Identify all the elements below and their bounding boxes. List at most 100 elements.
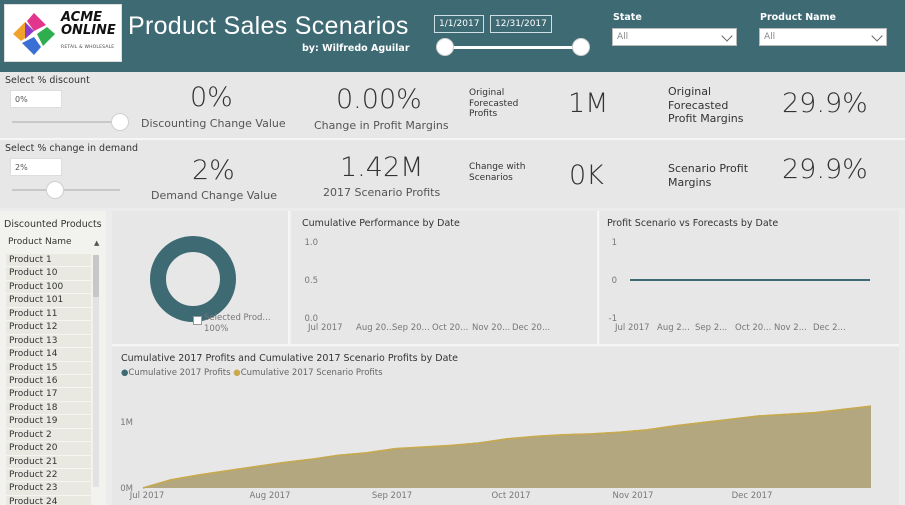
y-tick-label: 1.0 [304,238,318,248]
logo-icon [13,13,55,55]
x-tick-label: Aug 2017 [250,491,291,501]
donut-legend-swatch [193,316,202,325]
orig-forecast-profits-label: Original Forecasted Profits [469,88,519,119]
date-start-input[interactable]: 1/1/2017 [434,15,485,33]
date-range-end-handle[interactable] [572,38,590,56]
scenario-margins-value: 29.9% [782,154,868,185]
discount-label: Select % discount [5,75,90,86]
chart1-plot: 1.00.50.0Jul 2017 Aug 20...Sep 20... Oct 2… [304,238,550,333]
x-tick-label: Nov 20... [472,323,510,333]
x-tick-label: Aug 20... [356,323,394,333]
change-with-scenarios-value: 0K [569,160,604,191]
x-tick-label: Oct 20... [735,323,771,333]
logo-wordmark: ACME ONLINE [61,10,116,38]
divider [597,211,599,344]
date-range-start-handle[interactable] [436,38,454,56]
discount-slider-track[interactable] [12,121,120,123]
x-tick-label: Dec 2017 [732,491,773,501]
list-item[interactable]: Product 11 [6,307,91,322]
chart2-plot: 10-1Jul 2017 Aug 2... Sep 2... Oct 20... Nov… [609,238,870,333]
discount-input[interactable]: 0% [10,90,62,108]
logo-tagline: RETAIL & WHOLESALE [61,45,115,50]
header-bar: ACME ONLINE RETAIL & WHOLESALE Product S… [0,0,905,72]
products-list: Product 1 Product 10 Product 100 Product 10… [6,254,91,505]
list-item[interactable]: Product 18 [6,401,91,416]
y-tick-label: 1M [120,418,133,428]
list-item[interactable]: Product 14 [6,348,91,362]
date-end-input[interactable]: 12/31/2017 [490,15,552,33]
list-item[interactable]: Product 10 [6,267,91,281]
x-tick-label: Jul 2017 [129,491,165,501]
list-item[interactable]: Product 19 [6,415,91,429]
divider [288,211,290,344]
profit-margin-change-label: Change in Profit Margins [314,119,449,132]
chevron-down-icon [721,30,733,42]
x-tick-label: Nov 2017 [613,491,654,501]
list-item[interactable]: Product 13 [6,334,91,349]
list-item[interactable]: Product 16 [6,374,91,389]
list-item[interactable]: Product 24 [6,495,91,505]
scenario-profits-label: 2017 Scenario Profits [323,186,441,199]
x-tick-label: Sep 2017 [372,491,412,501]
state-filter-label: State [613,12,642,23]
list-item[interactable]: Product 1 [6,254,91,268]
series-area [143,406,871,488]
products-column-header[interactable]: Product Name [8,237,72,247]
divider [112,344,899,346]
demand-slider-handle[interactable] [45,181,64,199]
products-scrollbar[interactable] [93,255,99,487]
demand-label: Select % change in demand [5,143,139,154]
orig-forecast-margins-label: Original Forecasted Profit Margins [668,85,744,125]
logo: ACME ONLINE RETAIL & WHOLESALE [4,4,122,62]
donut-legend-pct: 100% [204,324,229,334]
demand-input[interactable]: 2% [10,158,62,176]
cumulative-performance-chart: Cumulative Performance by Date 1.0 0.5 0.0… [292,211,597,344]
orig-forecast-margins-value: 29.9% [782,88,868,119]
x-tick-label: Nov 2... [774,323,807,333]
y-tick-label: 1 [612,238,617,248]
donut-panel: Selected Prod... 100% [112,211,288,344]
page-byline: by: Wilfredo Aguilar [302,43,410,54]
x-tick-label: Jul 2017 [614,323,650,333]
list-item[interactable]: Product 15 [6,361,91,375]
discount-change-value: 0% [190,82,233,113]
chart3-plot: 1M0MJul 2017 Aug 2017 Sep 2017 Oct 2017 Nov … [120,405,872,501]
list-item[interactable]: Product 17 [6,388,91,402]
x-tick-label: Sep 2... [695,323,727,333]
x-tick-label: Oct 20... [432,323,468,333]
list-item[interactable]: Product 101 [6,294,91,308]
chevron-down-icon [871,30,883,42]
change-with-scenarios-label: Change with Scenarios [469,162,526,183]
x-tick-label: Jul 2017 [307,323,343,333]
demand-change-value: 2% [192,155,235,186]
list-item[interactable]: Product 2 [6,428,91,443]
state-filter-select[interactable]: All [612,28,737,46]
profit-scenario-chart: Profit Scenario vs Forecasts by Date 10-… [600,211,899,344]
list-item[interactable]: Product 100 [6,280,91,295]
list-item[interactable]: Product 12 [6,321,91,335]
cumulative-profits-chart: Cumulative 2017 Profits and Cumulative 2… [112,347,899,505]
x-tick-label: Oct 2017 [491,491,530,501]
orig-forecast-profits-value: 1M [568,88,609,119]
page-title: Product Sales Scenarios [128,12,409,40]
list-item[interactable]: Product 20 [6,442,91,456]
x-tick-label: Dec 2... [813,323,846,333]
y-tick-label: 0.5 [304,276,318,286]
list-item[interactable]: Product 21 [6,455,91,469]
y-tick-label: 0 [612,276,617,286]
demand-change-label: Demand Change Value [151,189,277,202]
x-tick-label: Sep 20... [392,323,430,333]
product-filter-select[interactable]: All [759,28,887,46]
donut-slice [150,236,236,322]
date-range-slider[interactable] [444,46,582,49]
sort-ascending-icon[interactable]: ▲ [94,239,99,247]
x-tick-label: Dec 20... [512,323,550,333]
discounted-products-panel: Discounted Products Product Name ▲ Produ… [0,211,106,505]
demand-slider-track[interactable] [12,189,120,191]
products-scrollbar-thumb[interactable] [93,255,99,297]
list-item[interactable]: Product 23 [6,482,91,496]
scenario-margins-label: Scenario Profit Margins [668,162,749,189]
discount-slider-handle[interactable] [111,113,129,131]
list-item[interactable]: Product 22 [6,469,91,483]
divider [0,138,905,140]
